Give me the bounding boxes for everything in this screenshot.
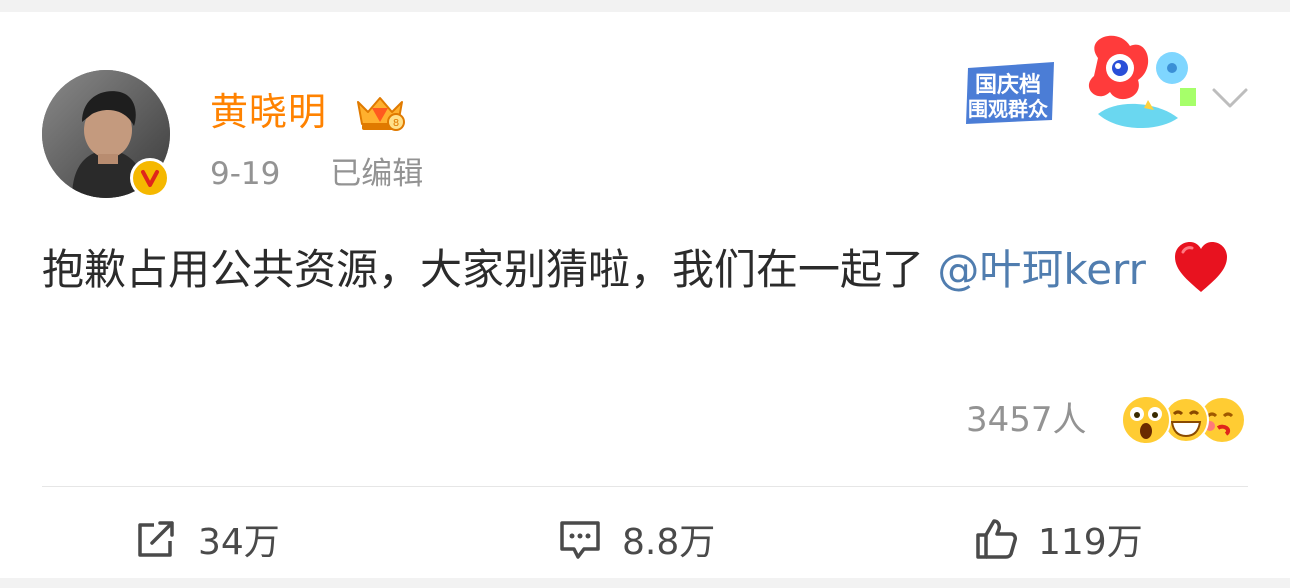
post-date: 9-19 xyxy=(210,156,281,192)
repost-count: 34万 xyxy=(198,522,280,563)
like-button[interactable]: 119万 xyxy=(974,512,1143,566)
post-text: 抱歉占用公共资源，大家别猜啦，我们在一起了 xyxy=(42,245,925,294)
post-content: 抱歉占用公共资源，大家别猜啦，我们在一起了 @叶珂kerr xyxy=(42,230,1242,310)
reaction-emojis[interactable] xyxy=(1120,394,1252,446)
reaction-count[interactable]: 3457人 xyxy=(966,398,1087,442)
divider xyxy=(42,486,1248,487)
repost-button[interactable]: 34万 xyxy=(134,512,280,566)
festival-sticker-icon: 国庆档 围观群众 xyxy=(966,35,1196,129)
surprised-face-icon xyxy=(1121,395,1171,445)
edited-label[interactable]: 已编辑 xyxy=(330,156,423,192)
svg-text:8: 8 xyxy=(393,118,399,129)
thumbs-up-icon xyxy=(976,519,1017,559)
verified-badge-icon xyxy=(130,158,170,198)
post-meta: 9-19 已编辑 xyxy=(210,154,423,194)
comment-button[interactable]: 8.8万 xyxy=(558,512,715,566)
comment-icon xyxy=(560,521,600,559)
weibo-post-card: 黄晓明 8 9-19 已编辑 国庆档 围观群众 抱歉占用公共资源，大家别猜啦，我… xyxy=(0,12,1290,578)
mention-link[interactable]: @叶珂kerr xyxy=(937,245,1145,294)
sticker-text-line1: 国庆档 xyxy=(975,72,1041,98)
repost-icon xyxy=(138,521,174,557)
sticker-text-line2: 围观群众 xyxy=(968,97,1048,121)
author-name[interactable]: 黄晓明 xyxy=(210,88,327,136)
comment-count: 8.8万 xyxy=(622,522,716,563)
chevron-down-icon[interactable] xyxy=(1210,86,1250,110)
vip-crown-icon[interactable]: 8 xyxy=(352,92,408,134)
heart-emoji-icon xyxy=(1175,242,1228,292)
like-count: 119万 xyxy=(1038,522,1143,563)
